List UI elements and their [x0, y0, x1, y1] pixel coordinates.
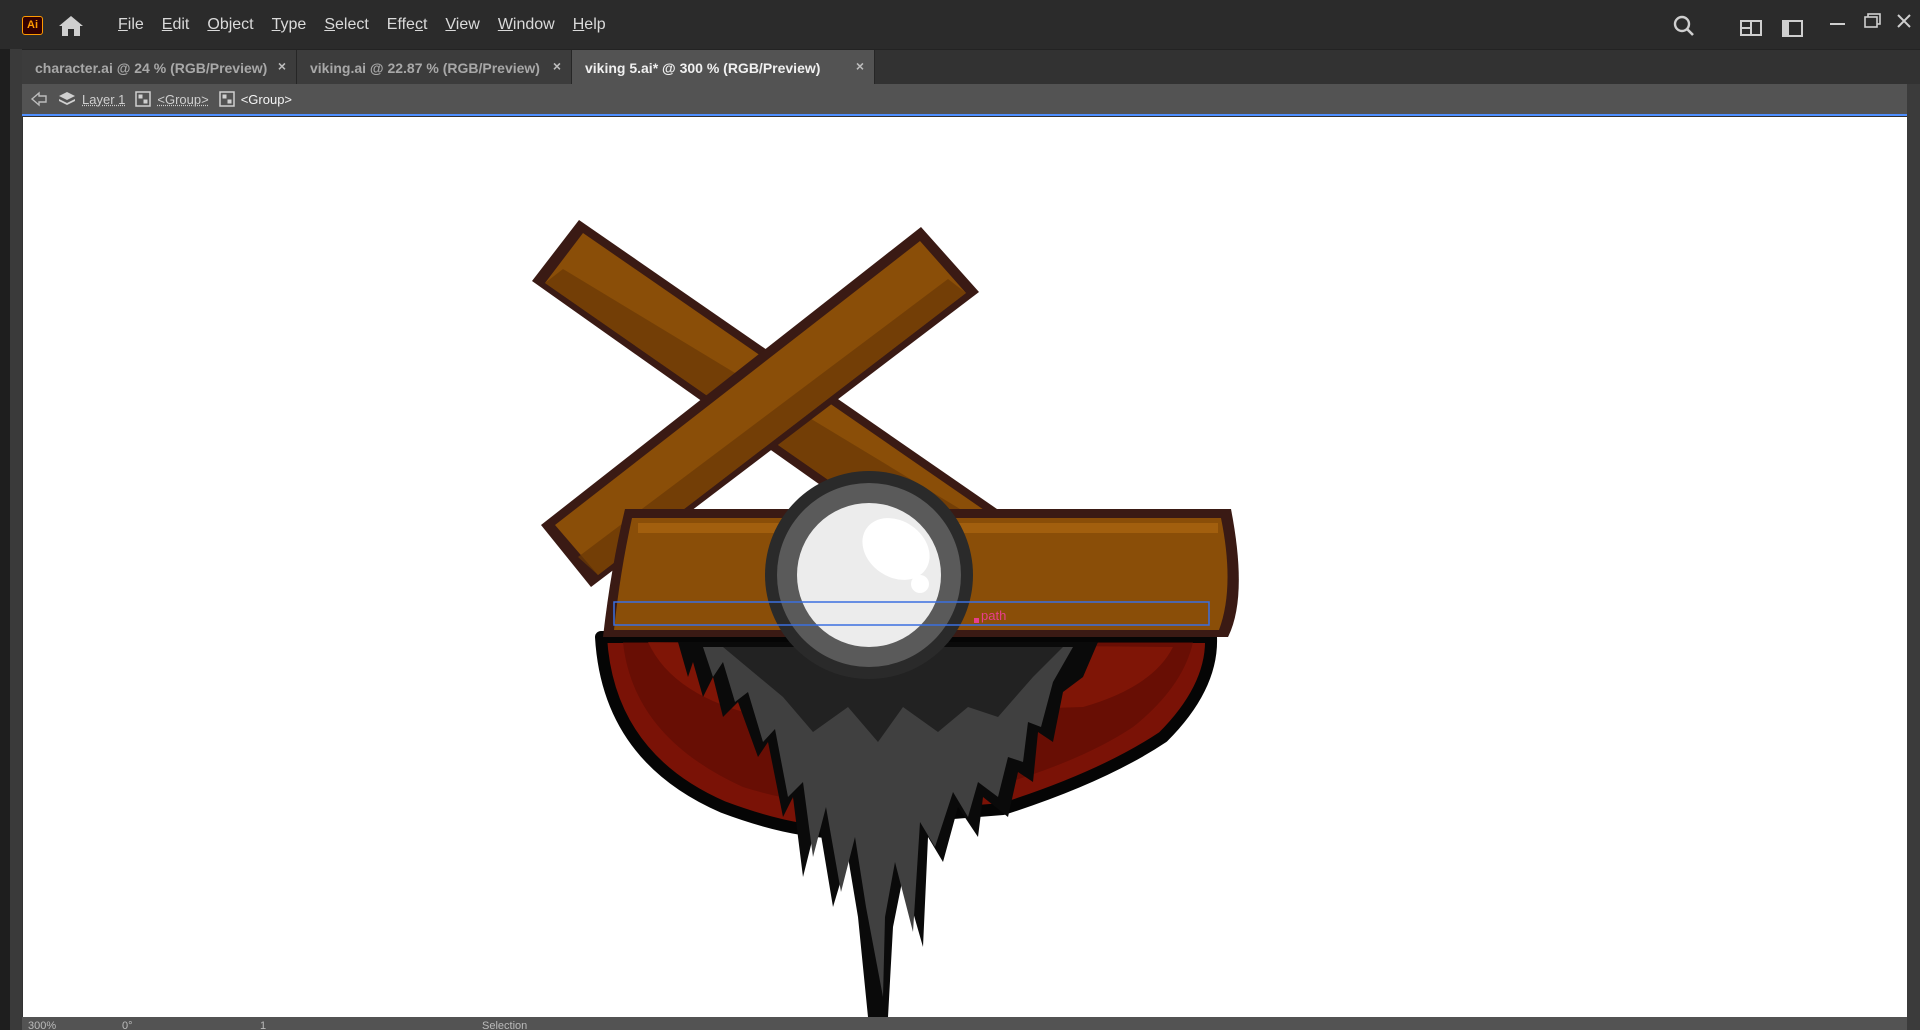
menu-item[interactable]: Object [207, 16, 253, 34]
breadcrumb-current-group: <Group> [240, 91, 293, 107]
app-logo: Ai [22, 16, 43, 35]
minimize-icon[interactable] [1830, 22, 1845, 26]
menu-item[interactable]: Type [272, 16, 307, 34]
menu-item[interactable]: Help [573, 16, 606, 34]
home-icon[interactable] [58, 15, 84, 37]
path-hover-label: path [981, 608, 1006, 623]
menu-item[interactable]: Window [498, 16, 555, 34]
tab-character[interactable]: character.ai @ 24 % (RGB/Preview) × [22, 50, 297, 85]
group-icon [218, 91, 235, 107]
arrange-documents-icon[interactable] [1740, 20, 1762, 36]
group-icon [135, 91, 152, 107]
tools-panel-edge [0, 49, 22, 1030]
artboard-canvas[interactable]: path [23, 117, 1907, 1017]
tab-label: character.ai @ 24 % (RGB/Preview) [35, 59, 268, 76]
restore-icon[interactable] [1864, 13, 1881, 28]
zoom-level[interactable]: 300% [28, 1020, 56, 1030]
layers-icon [59, 92, 75, 105]
breadcrumb-layer[interactable]: Layer 1 [82, 92, 125, 107]
tab-close-icon[interactable]: × [856, 58, 864, 74]
menu-items: File Edit Object Type Select Effect View Window… [118, 0, 624, 49]
tab-viking[interactable]: viking.ai @ 22.87 % (RGB/Preview) × [297, 50, 572, 85]
close-icon[interactable] [1897, 14, 1911, 28]
menu-item[interactable]: View [445, 16, 479, 34]
search-icon[interactable] [1673, 15, 1695, 37]
menu-item[interactable]: Effect [387, 16, 428, 34]
illustrator-window: Ai File Edit Object Type Select Effect View Win… [0, 0, 1920, 1030]
viking-artwork[interactable]: path [23, 117, 1907, 1017]
current-tool: Selection [482, 1020, 528, 1030]
isolation-mode-bar: Layer 1 <Group> <Group> [22, 84, 1907, 116]
tab-label: viking 5.ai* @ 300 % (RGB/Preview) [585, 59, 821, 76]
tab-label: viking.ai @ 22.87 % (RGB/Preview) [310, 59, 540, 76]
status-bar: 300% 0° 1 Selection [22, 1017, 1907, 1030]
workspace-icon[interactable] [1782, 20, 1803, 37]
vertical-scrollbar[interactable] [1907, 84, 1920, 1030]
document-tabs: character.ai @ 24 % (RGB/Preview) × viki… [22, 49, 1920, 85]
back-arrow-icon[interactable] [30, 91, 48, 107]
menu-item[interactable]: Select [324, 16, 368, 34]
artboard-number[interactable]: 1 [260, 1020, 266, 1030]
tab-close-icon[interactable]: × [553, 58, 561, 74]
menu-item[interactable]: Edit [162, 16, 190, 34]
tab-viking-5[interactable]: viking 5.ai* @ 300 % (RGB/Preview) × [572, 50, 875, 85]
breadcrumb-group[interactable]: <Group> [157, 92, 208, 107]
menu-item[interactable]: File [118, 16, 144, 34]
menu-bar: Ai File Edit Object Type Select Effect View Win… [0, 0, 1920, 49]
tab-close-icon[interactable]: × [278, 58, 286, 74]
rotation-value[interactable]: 0° [122, 1020, 133, 1030]
